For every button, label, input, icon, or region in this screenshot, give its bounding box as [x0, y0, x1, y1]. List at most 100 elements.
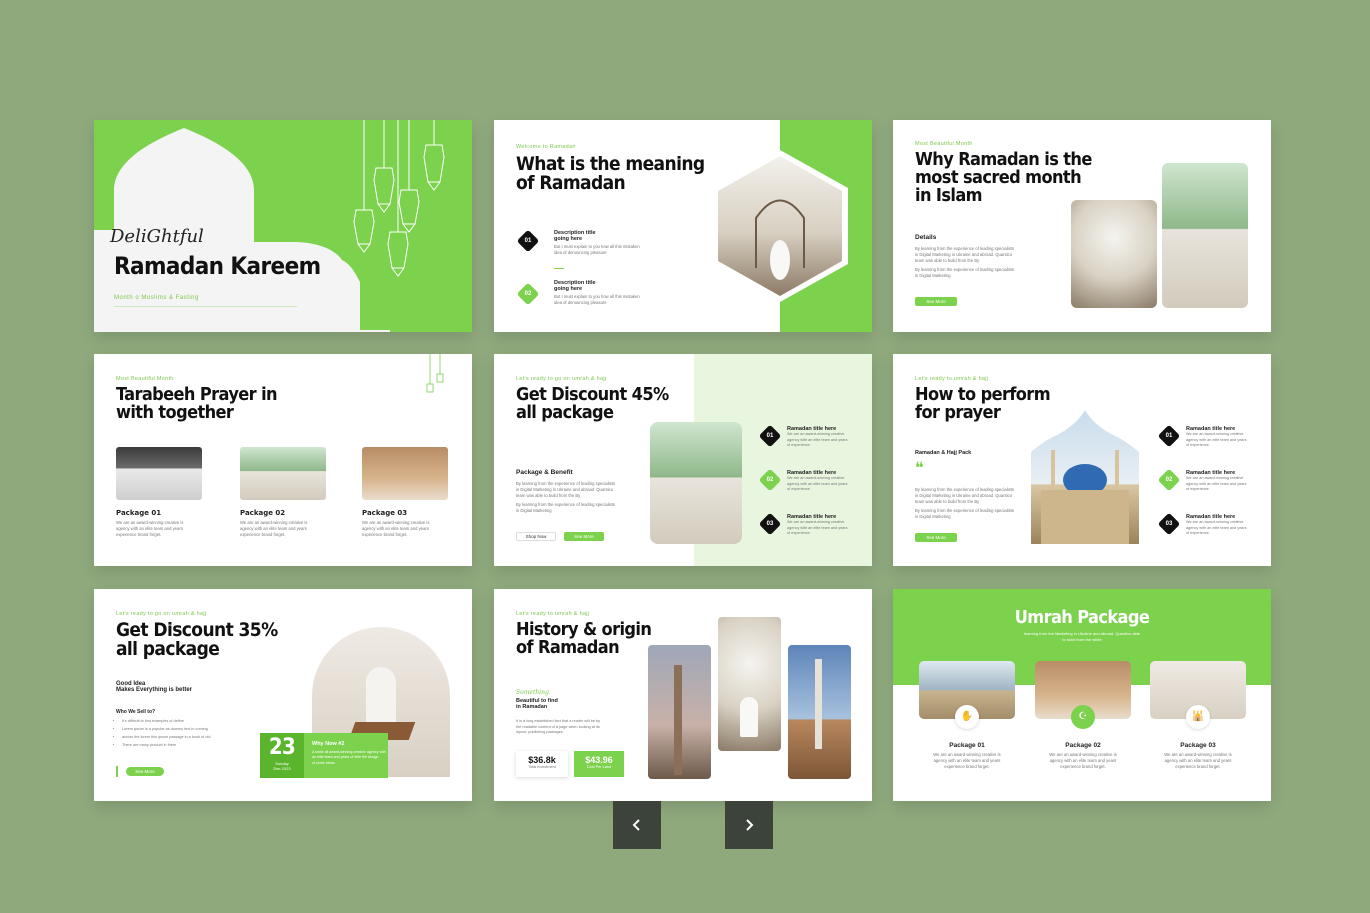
slide-title: Umrah Package — [1014, 607, 1150, 628]
package-title: Package 01 — [949, 742, 985, 749]
number-badge: 02 — [516, 282, 540, 306]
slide-meaning-of-ramadan[interactable]: Welcome to Ramadan What is the meaning o… — [494, 120, 872, 332]
stat-label: Total Investment — [528, 765, 556, 769]
body-text: It is a long established fact that a rea… — [516, 719, 601, 734]
title-line: in Islam — [915, 185, 983, 206]
list-item: Lorem ipsum is a popular as dummy text i… — [122, 726, 210, 734]
slide-title: Ramadan Kareem — [114, 252, 321, 280]
slide-title: Get Discount 45% all package — [516, 386, 669, 422]
package-photo — [362, 447, 448, 500]
subtitle-divider — [114, 306, 297, 307]
chevron-right-icon — [746, 819, 754, 831]
chevron-left-icon — [632, 819, 640, 831]
package-card[interactable]: Package 01 We are an award-winning creat… — [116, 509, 216, 538]
number-badge: 02 — [758, 468, 782, 492]
item-title: Description title going here — [554, 230, 596, 242]
lantern-decoration — [426, 354, 444, 393]
slide-title: What is the meaning of Ramadan — [516, 155, 705, 193]
title-line: of Ramadan — [516, 637, 620, 658]
see-more-button[interactable]: See More — [915, 297, 957, 306]
package-text: We are an award-winning creative is agenc… — [362, 520, 430, 538]
slide-umrah-package[interactable]: Umrah Package learning from the Marketin… — [893, 589, 1271, 801]
divider — [554, 268, 564, 269]
title-line: for prayer — [915, 402, 1001, 423]
next-button[interactable] — [725, 801, 773, 849]
package-card[interactable]: Package 03 We are an award-winning creat… — [362, 509, 462, 538]
package-text: We are an award-winning creative is agenc… — [1049, 752, 1117, 770]
hexagon-photo — [712, 150, 848, 302]
shop-now-button[interactable]: Shop Now — [516, 532, 556, 541]
bullet-list: It's difficult to find examples of defin… — [122, 718, 210, 750]
details-label: Details — [915, 234, 937, 241]
stat-label: Cost Per Land — [586, 765, 612, 769]
title-line: of Ramadan — [516, 172, 626, 194]
slide-title: How to perform for prayer — [915, 386, 1051, 423]
eyebrow: Welcome to Ramadan — [516, 144, 576, 150]
eyebrow: Most Beautiful Month — [915, 141, 973, 147]
minaret-photo — [648, 645, 711, 779]
slide-how-to-perform-prayer[interactable]: Let's ready to umrah & hajj How to perfo… — [893, 354, 1271, 566]
package-card[interactable]: Package 02 We are an award-winning creat… — [1023, 742, 1143, 770]
body-text: By learning from the experience of leadi… — [915, 487, 1014, 520]
slide-title: Why Ramadan is the most sacred month in … — [915, 151, 1092, 205]
slide-subtitle: Month o Muslims & Fasting — [114, 295, 199, 301]
mosque-icon: 🕌 — [1186, 705, 1210, 729]
slide-ramadan-kareem[interactable]: DeliGhtful Ramadan Kareem Month o Muslim… — [94, 120, 472, 332]
item-text: But I must explain to you how all this m… — [554, 244, 640, 256]
eyebrow: Let's ready to umrah & hajj — [915, 376, 989, 382]
package-text: We are an award-winning creative is agenc… — [1164, 752, 1232, 770]
arched-mosque-photo — [1031, 410, 1139, 544]
eyebrow: Let's ready to umrah & hajj — [516, 611, 590, 617]
accent-bar — [116, 766, 118, 777]
item-text: We are an award-winning creative agency w… — [787, 520, 848, 535]
number-badge: 01 — [516, 229, 540, 253]
item-text: But I must explain to you how all this m… — [554, 294, 640, 306]
previous-button[interactable] — [613, 801, 661, 849]
date-card: 23 Sunday Dec 2023 Why Now #2 A smile al… — [260, 733, 388, 778]
stat-value: $36.8k — [528, 755, 556, 765]
package-title: Package 03 — [1180, 742, 1216, 749]
date-month: Dec 2023 — [273, 766, 291, 771]
item-text: We are an award-winning creative agency w… — [787, 432, 848, 447]
slide-history-origin[interactable]: Let's ready to umrah & hajj History & or… — [494, 589, 872, 801]
list-item: It's difficult to find examples of defin… — [122, 718, 210, 726]
mosque-photo — [650, 422, 742, 544]
slide-title: Get Discount 35% all package — [116, 621, 278, 659]
item-text: We are an award-winning creative agency w… — [787, 476, 848, 491]
prayer-window-photo — [718, 617, 781, 751]
slide-why-ramadan[interactable]: Most Beautiful Month Why Ramadan is the … — [893, 120, 1271, 332]
list-title: Who We Sell to? — [116, 709, 156, 715]
number-badge: 03 — [758, 512, 782, 536]
description-item: Description title going here But I must e… — [554, 280, 640, 306]
slide-discount-45[interactable]: Let's ready to go on umrah & hajj Get Di… — [494, 354, 872, 566]
see-more-button[interactable]: See More — [564, 532, 604, 541]
package-card[interactable]: Package 02 We are an award-winning creat… — [240, 509, 340, 538]
mosque-interior-photo — [1162, 163, 1248, 308]
see-more-button[interactable]: See More — [915, 533, 957, 542]
package-card[interactable]: Package 03 We are an award-winning creat… — [1138, 742, 1258, 770]
lanterns-decoration — [353, 120, 445, 277]
slide-discount-35[interactable]: Let's ready to go on umrah & hajj Get Di… — [94, 589, 472, 801]
number-badge: 03 — [1157, 512, 1181, 536]
slide-title: Tarabeeh Prayer in with together — [116, 386, 278, 422]
package-title: Package 02 — [240, 509, 286, 517]
package-text: We are an award-winning creative is agenc… — [116, 520, 184, 538]
details-text: By learning from the experience of leadi… — [915, 246, 1014, 279]
slide-title: History & origin of Ramadan — [516, 621, 652, 658]
number-badge: 01 — [758, 424, 782, 448]
slide-tarabeeh-prayer[interactable]: Most Beautiful Month Tarabeeh Prayer in … — [94, 354, 472, 566]
package-photo — [240, 447, 326, 500]
see-more-button[interactable]: See More — [126, 767, 164, 776]
item-text: We are an award-winning creative agency w… — [1186, 520, 1247, 535]
package-title: Package 02 — [1065, 742, 1101, 749]
section-title: Package & Benefit — [516, 469, 573, 476]
item-title: Description title going here — [554, 280, 596, 292]
package-card[interactable]: Package 01 We are an award-winning creat… — [907, 742, 1027, 770]
card-body: Why Now #2 A smile all award-winning cre… — [312, 741, 386, 766]
number-badge: 01 — [1157, 424, 1181, 448]
description-item: Description title going here But I must e… — [554, 230, 640, 256]
package-title: Package 03 — [362, 509, 408, 517]
item-text: We are an award-winning creative agency w… — [1186, 476, 1247, 491]
package-title: Package 01 — [116, 509, 162, 517]
hands-icon: ✋ — [955, 705, 979, 729]
